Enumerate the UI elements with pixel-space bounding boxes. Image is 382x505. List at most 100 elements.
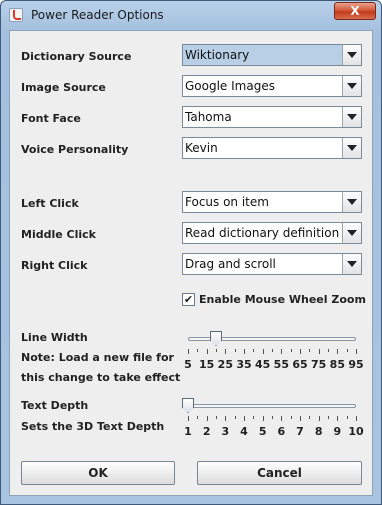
chevron-down-icon[interactable] [342, 254, 361, 274]
slider-tick-mark [356, 349, 357, 354]
chevron-down-icon[interactable] [342, 138, 361, 158]
left-click-value: Focus on item [185, 195, 269, 209]
slider-minor-tick [197, 349, 199, 352]
options-window: Power Reader Options X Dictionary Source… [0, 0, 382, 505]
slider-tick-mark [244, 416, 245, 421]
mouse-wheel-zoom-checkbox[interactable]: ✔ [182, 293, 195, 306]
text-depth-slider-thumb[interactable] [182, 398, 194, 413]
slider-tick-label: 45 [255, 358, 271, 371]
slider-tick-label: 8 [314, 425, 323, 438]
slider-minor-tick [253, 349, 255, 352]
slider-minor-tick [272, 349, 273, 352]
left-click-label: Left Click [21, 197, 79, 210]
slider-tick-mark [337, 349, 339, 354]
slider-tick-mark [188, 416, 189, 421]
slider-tick-mark [206, 416, 208, 421]
slider-tick-mark [356, 416, 357, 421]
slider-minor-tick [309, 416, 311, 419]
slider-tick-mark [262, 349, 264, 354]
slider-tick-mark [300, 349, 301, 354]
slider-minor-tick [216, 349, 217, 352]
slider-tick-label: 35 [236, 358, 252, 371]
dictionary-source-label: Dictionary Source [21, 50, 132, 63]
close-button[interactable]: X [334, 2, 376, 20]
slider-tick-mark [225, 416, 227, 421]
slider-tick-mark [318, 349, 320, 354]
app-icon [9, 8, 23, 22]
text-depth-slider-track[interactable] [188, 404, 356, 408]
slider-tick-label: 75 [311, 358, 327, 371]
ok-button[interactable]: OK [21, 461, 175, 485]
slider-tick-mark [206, 349, 208, 354]
right-click-select[interactable]: Drag and scroll [182, 253, 362, 275]
slider-tick-mark [281, 349, 283, 354]
right-click-value: Drag and scroll [185, 257, 276, 271]
font-face-label: Font Face [21, 112, 81, 125]
slider-minor-tick [272, 416, 273, 419]
cancel-button[interactable]: Cancel [197, 461, 362, 485]
slider-tick-mark [188, 349, 189, 354]
image-source-label: Image Source [21, 81, 106, 94]
line-width-note-line-2: this change to take effect [21, 371, 181, 384]
slider-tick-label: 2 [202, 425, 211, 438]
slider-tick-label: 55 [273, 358, 289, 371]
slider-minor-tick [234, 349, 236, 352]
image-source-select[interactable]: Google Images [182, 75, 362, 97]
chevron-down-icon[interactable] [342, 192, 361, 212]
slider-tick-label: 65 [292, 358, 308, 371]
slider-tick-label: 85 [329, 358, 345, 371]
slider-tick-mark [225, 349, 227, 354]
middle-click-select[interactable]: Read dictionary definition [182, 222, 362, 244]
slider-tick-label: 4 [240, 425, 248, 438]
slider-tick-mark [318, 416, 320, 421]
close-icon: X [350, 4, 360, 18]
left-click-select[interactable]: Focus on item [182, 191, 362, 213]
slider-minor-tick [346, 349, 348, 352]
voice-personality-select[interactable]: Kevin [182, 137, 362, 159]
slider-minor-tick [197, 416, 199, 419]
text-depth-slider[interactable]: 1 2 3 4 5 6 7 8 9 10 [182, 398, 364, 438]
chevron-down-icon[interactable] [342, 76, 361, 96]
slider-minor-tick [216, 416, 217, 419]
slider-tick-label: 10 [348, 425, 364, 438]
slider-minor-tick [290, 349, 292, 352]
slider-tick-mark [337, 416, 339, 421]
text-depth-note: Sets the 3D Text Depth [21, 420, 165, 433]
slider-tick-label: 9 [333, 425, 342, 438]
slider-minor-tick [290, 416, 292, 419]
right-click-label: Right Click [21, 259, 88, 272]
line-width-slider[interactable]: 5 15 25 35 45 55 65 75 85 95 [182, 331, 364, 371]
text-depth-ticks: 1 2 3 4 5 6 7 8 9 10 [182, 416, 364, 438]
slider-minor-tick [234, 416, 236, 419]
mouse-wheel-zoom-label[interactable]: Enable Mouse Wheel Zoom [199, 293, 366, 306]
image-source-value: Google Images [185, 79, 275, 93]
voice-personality-label: Voice Personality [21, 143, 129, 156]
middle-click-label: Middle Click [21, 228, 96, 241]
slider-tick-label: 5 [258, 425, 267, 438]
line-width-ticks: 5 15 25 35 45 55 65 75 85 95 [182, 349, 364, 371]
slider-tick-label: 7 [296, 425, 304, 438]
slider-tick-mark [262, 416, 264, 421]
text-depth-label: Text Depth [21, 399, 89, 412]
slider-tick-label: 95 [348, 358, 364, 371]
chevron-down-icon[interactable] [342, 223, 361, 243]
chevron-down-icon[interactable] [342, 107, 361, 127]
voice-personality-value: Kevin [185, 141, 218, 155]
line-width-slider-thumb[interactable] [210, 331, 222, 346]
slider-tick-mark [281, 416, 283, 421]
slider-tick-label: 1 [184, 425, 192, 438]
slider-minor-tick [346, 416, 348, 419]
slider-tick-label: 5 [184, 358, 192, 371]
slider-minor-tick [309, 349, 311, 352]
slider-tick-label: 25 [217, 358, 233, 371]
slider-tick-mark [244, 349, 245, 354]
dictionary-source-select[interactable]: Wiktionary [182, 44, 362, 66]
slider-minor-tick [328, 416, 329, 419]
font-face-select[interactable]: Tahoma [182, 106, 362, 128]
dictionary-source-value: Wiktionary [185, 48, 250, 62]
chevron-down-icon[interactable] [342, 45, 361, 65]
line-width-note-line-1: Note: Load a new file for [21, 351, 174, 364]
title-bar[interactable]: Power Reader Options X [1, 1, 381, 30]
middle-click-value: Read dictionary definition [185, 226, 340, 240]
slider-tick-label: 3 [221, 425, 230, 438]
